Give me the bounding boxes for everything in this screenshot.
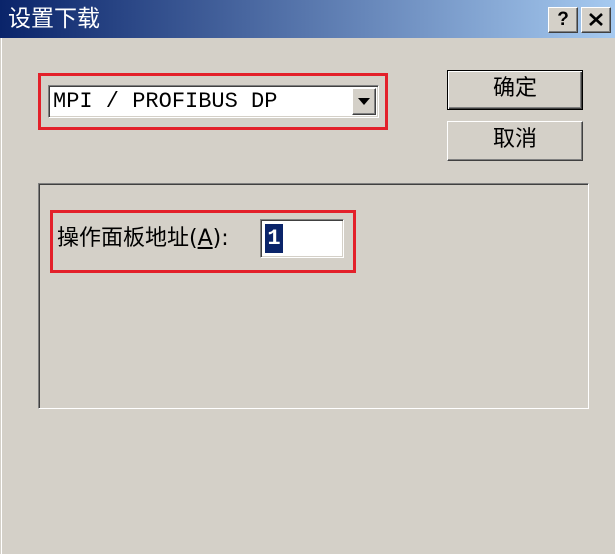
panel-address-input[interactable]: 1 bbox=[260, 219, 344, 258]
panel-address-label-suffix: ): bbox=[212, 226, 229, 251]
interface-combobox-value: MPI / PROFIBUS DP bbox=[53, 89, 278, 114]
dropdown-button[interactable] bbox=[352, 88, 376, 115]
dialog-title: 设置下载 bbox=[8, 6, 100, 32]
ok-button-label: 确定 bbox=[492, 76, 537, 101]
panel-address-value: 1 bbox=[265, 224, 283, 253]
close-button[interactable] bbox=[581, 7, 611, 33]
help-icon: ? bbox=[557, 9, 569, 30]
interface-combobox[interactable]: MPI / PROFIBUS DP bbox=[48, 85, 379, 118]
cancel-button[interactable]: 取消 bbox=[447, 121, 583, 161]
settings-download-dialog: 设置下载 ? MPI / PROFIBUS DP 确定 取消 操作面板地址(A)… bbox=[0, 0, 615, 554]
cancel-button-label: 取消 bbox=[492, 127, 537, 152]
ok-button[interactable]: 确定 bbox=[447, 70, 583, 110]
close-icon bbox=[589, 13, 603, 26]
chevron-down-icon bbox=[358, 98, 370, 105]
panel-address-label-text: 操作面板地址( bbox=[57, 226, 198, 251]
panel-address-label: 操作面板地址(A): bbox=[57, 224, 229, 254]
help-button[interactable]: ? bbox=[548, 7, 578, 33]
settings-panel bbox=[38, 183, 589, 409]
window-left-border bbox=[0, 38, 2, 554]
accelerator-key: A bbox=[197, 226, 213, 251]
title-bar[interactable]: 设置下载 ? bbox=[0, 0, 615, 38]
